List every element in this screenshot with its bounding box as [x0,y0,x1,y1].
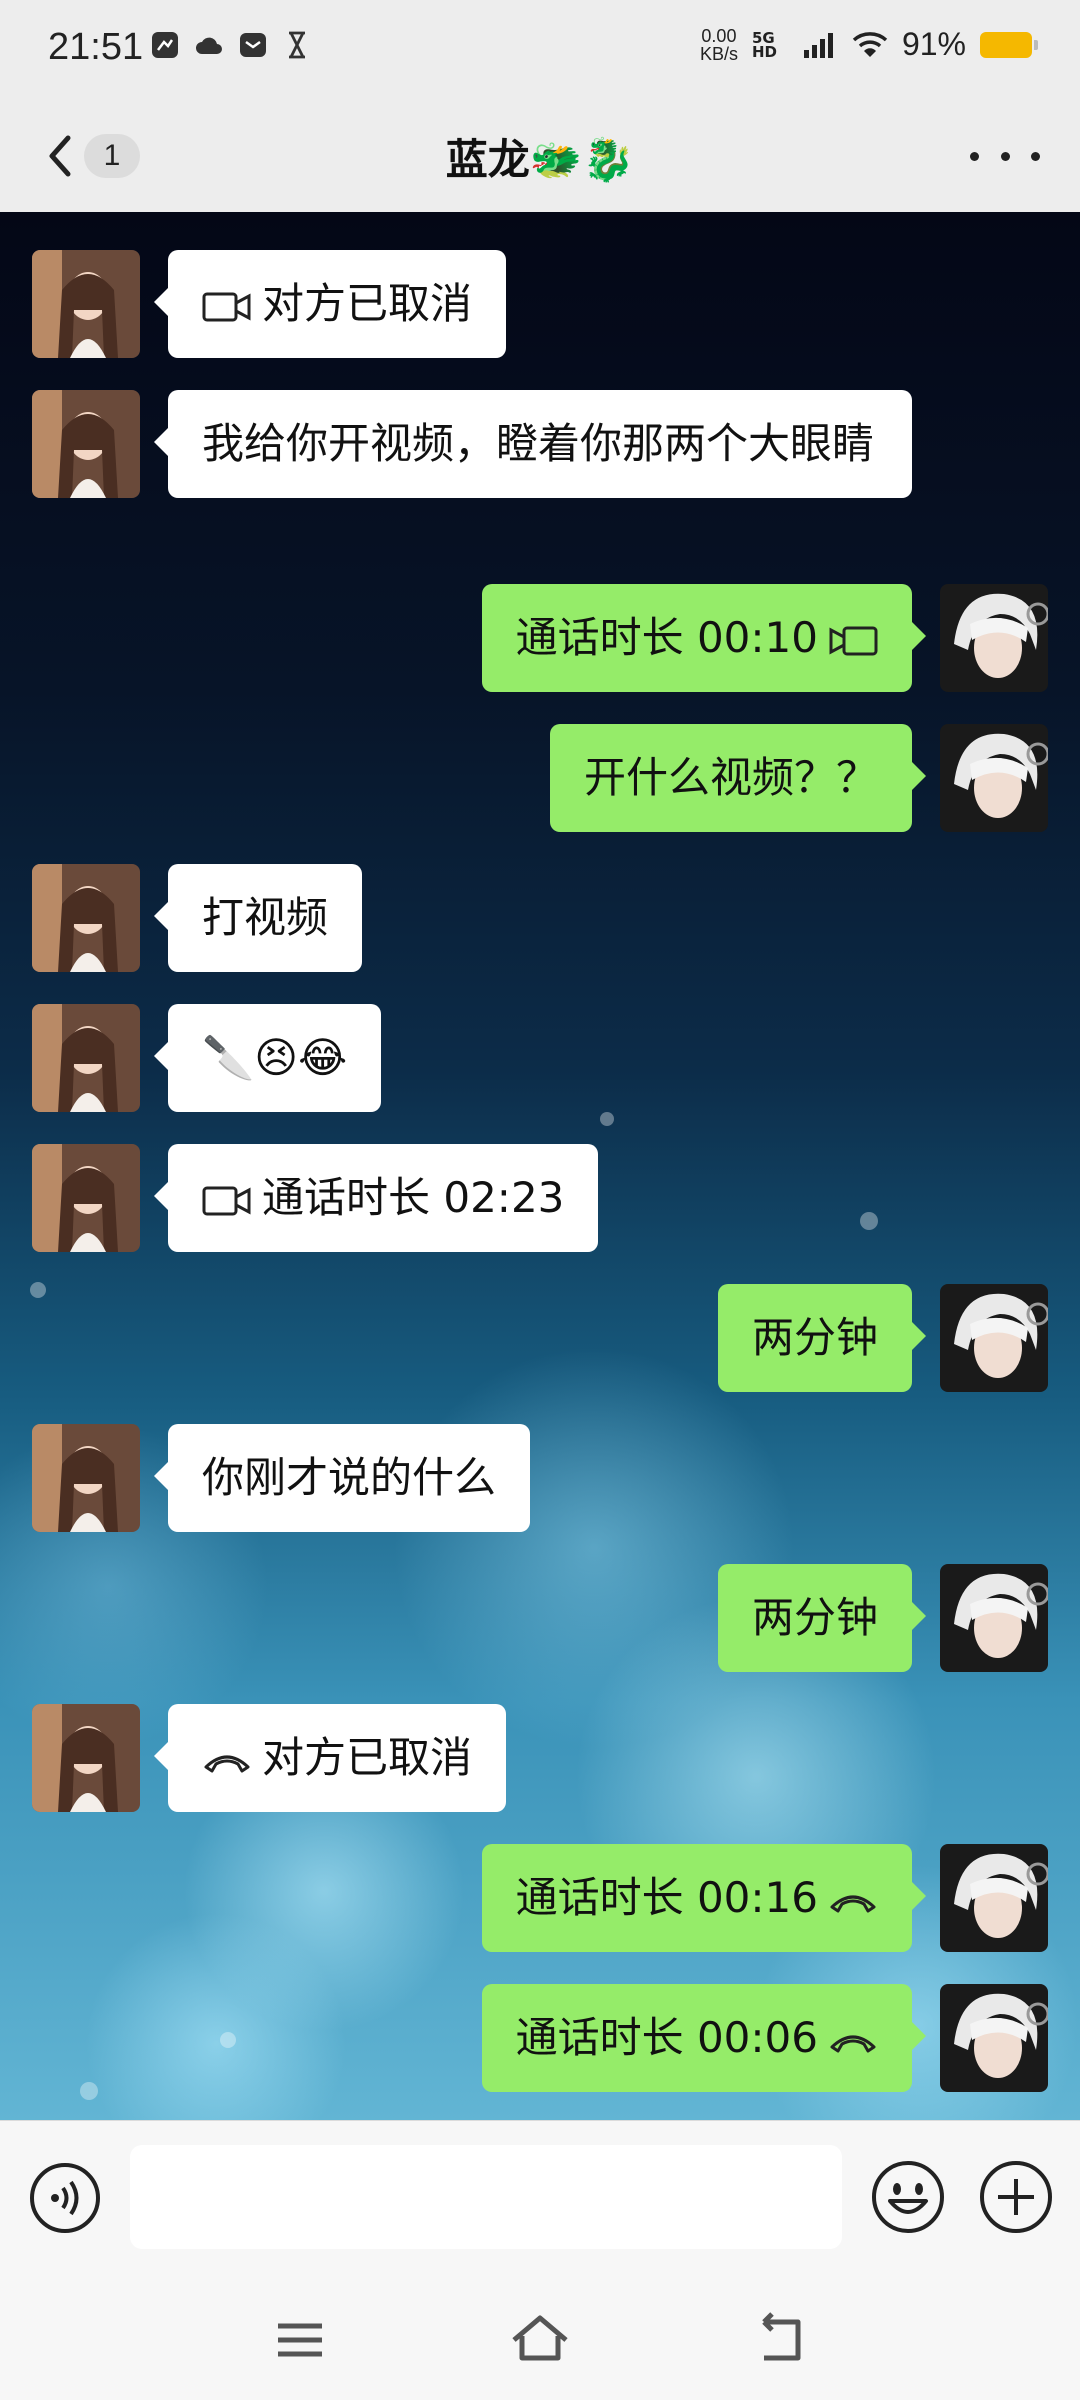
message-bubble[interactable]: 两分钟 [717,1284,927,1392]
my-avatar[interactable] [940,1564,1048,1672]
home-icon[interactable] [510,2310,570,2370]
hourglass-icon [289,31,305,59]
cloud-icon [196,37,222,54]
message-bubble[interactable]: 你刚才说的什么 [153,1424,531,1532]
signal-icon [803,32,833,58]
system-navigation-bar [0,2280,1080,2400]
message-text: 对方已取消 [262,1733,473,1782]
message-bubble[interactable]: 通话时长 00:10 [481,584,927,692]
notification-icons [150,30,312,60]
message-input[interactable] [130,2145,842,2249]
wifi-icon [852,31,888,57]
background-sparkle [860,1212,878,1230]
contact-avatar[interactable] [32,864,140,972]
video-camera-icon [829,626,878,655]
more-functions-button[interactable] [978,2159,1054,2235]
battery-icon [980,31,1038,58]
back-nav-icon[interactable] [750,2310,810,2370]
more-options-button[interactable] [970,134,1040,178]
emoji-button[interactable] [870,2159,946,2235]
phone-hangup-icon [204,1755,250,1772]
message-bubble[interactable]: 两分钟 [717,1564,927,1672]
message-bubble[interactable]: 对方已取消 [153,1704,507,1812]
status-right: 0.00 KB/s 5G HD 91% [700,26,1038,63]
message-bubble[interactable]: 通话时长 02:23 [153,1144,599,1252]
video-camera-icon [202,1186,251,1215]
chat-area[interactable]: 对方已取消 我给你开视频，瞪着你那两个大眼睛 通话时长 00:10 开什么视频？… [0,212,1080,2120]
background-sparkle [30,1282,46,1298]
video-camera-icon [202,292,251,321]
contact-avatar[interactable] [32,250,140,358]
message-text: 🔪😣😂 [202,1033,348,1082]
contact-avatar[interactable] [32,1424,140,1532]
message-text: 对方已取消 [262,279,473,328]
battery-percent: 91% [901,26,966,62]
mail-icon [240,33,266,57]
network-speed: 0.00 KB/s [700,27,738,63]
message-text: 通话时长 02:23 [262,1173,565,1222]
message-bubble[interactable]: 通话时长 00:06 [481,1984,927,2092]
my-avatar[interactable] [940,1984,1048,2092]
my-avatar[interactable] [940,584,1048,692]
dot-icon [1031,151,1040,161]
message-bubble[interactable]: 我给你开视频，瞪着你那两个大眼睛 [154,390,912,498]
background-sparkle [220,2032,236,2048]
network-type: 5G HD [751,28,777,61]
app-notification-icon [152,32,178,58]
message-bubble[interactable]: 开什么视频？？ [549,724,927,832]
message-text: 我给你开视频，瞪着你那两个大眼睛 [202,419,875,468]
network-speed-unit: KB/s [699,43,738,64]
my-avatar[interactable] [940,1284,1048,1392]
contact-avatar[interactable] [32,1704,140,1812]
status-time: 21:51 [48,26,144,68]
contact-avatar[interactable] [32,1144,140,1252]
input-bar [0,2120,1080,2281]
my-avatar[interactable] [940,724,1048,832]
message-text: 通话时长 00:10 [515,613,818,662]
message-text: 两分钟 [751,1313,878,1362]
status-bar: 21:51 0.00 KB/s 5G HD 91% [0,0,1080,100]
message-text: 开什么视频？？ [583,753,878,802]
chat-header: 1 蓝龙🐲🐉 [0,100,1080,213]
contact-avatar[interactable] [32,1004,140,1112]
message-bubble[interactable]: 🔪😣😂 [153,1004,382,1112]
message-bubble[interactable]: 通话时长 00:16 [481,1844,927,1952]
my-avatar[interactable] [940,1844,1048,1952]
message-bubble[interactable]: 打视频 [153,864,363,972]
message-text: 打视频 [202,893,329,942]
chat-title: 蓝龙🐲🐉 [445,135,635,184]
message-text: 两分钟 [751,1593,878,1642]
menu-icon[interactable] [270,2310,330,2370]
phone-hangup-icon [830,2035,876,2052]
voice-input-button[interactable] [28,2161,102,2235]
network-speed-value: 0.00 [701,25,737,46]
background-sparkle [80,2082,98,2100]
message-text: 你刚才说的什么 [202,1453,497,1502]
message-text: 通话时长 00:06 [515,2013,818,2062]
dot-icon [1000,151,1010,161]
phone-hangup-icon [830,1895,876,1912]
dot-icon [970,151,979,161]
background-sparkle [600,1112,614,1126]
contact-avatar[interactable] [32,390,140,498]
message-bubble[interactable]: 对方已取消 [153,250,507,358]
message-text: 通话时长 00:16 [515,1873,818,1922]
